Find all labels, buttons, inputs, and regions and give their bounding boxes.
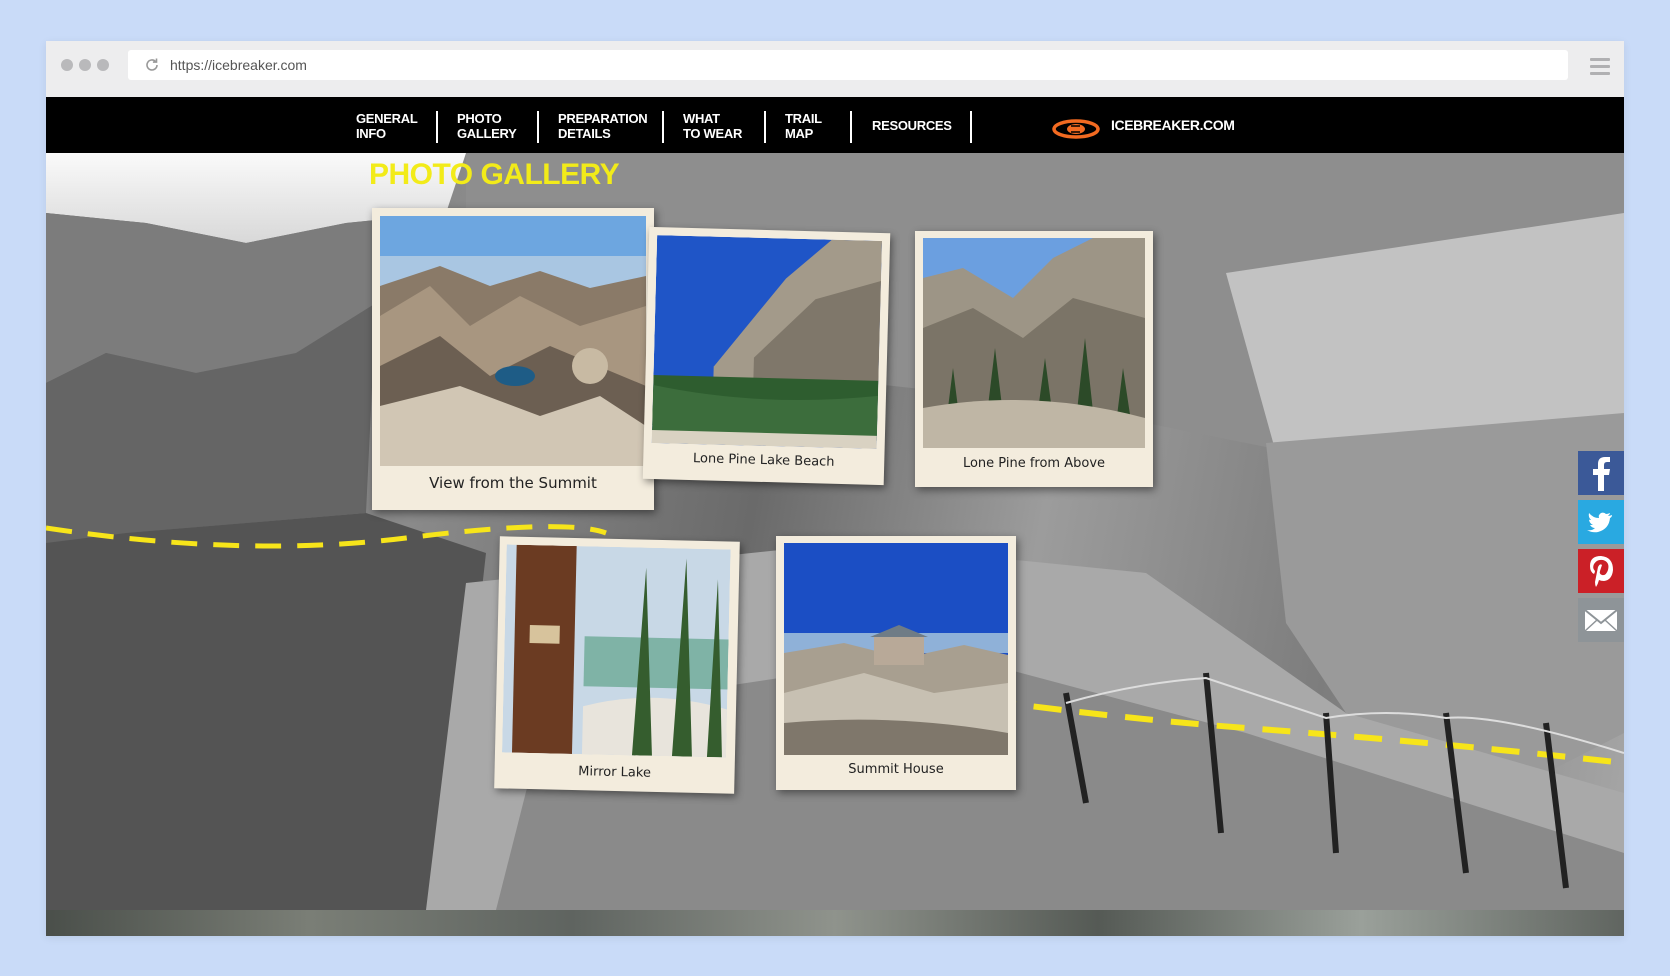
nav-divider — [436, 111, 438, 143]
nav-label: RESOURCES — [872, 118, 952, 133]
nav-divider — [850, 111, 852, 143]
twitter-share-button[interactable] — [1578, 500, 1624, 544]
brand-link[interactable]: ICEBREAKER.COM — [1111, 117, 1235, 133]
pines-image — [923, 238, 1145, 448]
url-text[interactable]: https://icebreaker.com — [170, 57, 307, 73]
nav-divider — [537, 111, 539, 143]
photo-card[interactable]: Lone Pine from Above — [915, 231, 1153, 487]
photo-card[interactable]: Summit House — [776, 536, 1016, 790]
nav-label: WHAT — [683, 111, 720, 126]
page-title: PHOTO GALLERY — [369, 158, 620, 191]
nav-photo-gallery[interactable]: PHOTO GALLERY — [457, 111, 517, 141]
nav-label: TO WEAR — [683, 126, 743, 141]
lake-image — [651, 235, 883, 449]
nav-label: MAP — [785, 126, 813, 141]
nav-divider — [970, 111, 972, 143]
photo-summit-view[interactable] — [380, 216, 646, 466]
photo-caption: Lone Pine Lake Beach — [692, 451, 835, 470]
photo-card[interactable]: View from the Summit — [372, 208, 654, 510]
window-dot[interactable] — [79, 59, 91, 71]
nav-label: GENERAL — [356, 111, 418, 126]
photo-caption: Lone Pine from Above — [962, 456, 1106, 471]
nav-label: DETAILS — [558, 126, 611, 141]
photo-card[interactable]: Mirror Lake — [494, 536, 740, 794]
hamburger-menu-icon[interactable] — [1590, 58, 1610, 78]
nav-preparation-details[interactable]: PREPARATION DETAILS — [558, 111, 648, 141]
address-bar[interactable]: https://icebreaker.com — [128, 50, 1568, 80]
email-share-button[interactable] — [1578, 598, 1624, 642]
nav-divider — [764, 111, 766, 143]
footer-image-strip — [46, 910, 1624, 936]
nav-trail-map[interactable]: TRAIL MAP — [785, 111, 822, 141]
photo-caption: View from the Summit — [429, 474, 597, 492]
nav-label: INFO — [356, 126, 386, 141]
photo-pine-above[interactable] — [923, 238, 1145, 448]
summit-image — [380, 216, 646, 466]
browser-toolbar: https://icebreaker.com — [46, 41, 1624, 97]
photo-lake-beach[interactable] — [651, 235, 883, 449]
photo-summit-house[interactable] — [784, 543, 1008, 755]
nav-resources[interactable]: RESOURCES — [872, 118, 952, 133]
mirror-lake-image — [501, 544, 731, 758]
summit-house-image — [784, 543, 1008, 755]
reload-icon[interactable] — [144, 57, 160, 73]
icebreaker-logo-icon[interactable] — [1052, 119, 1102, 139]
twitter-icon — [1578, 500, 1624, 544]
nav-label: PHOTO — [457, 111, 502, 126]
window-dot[interactable] — [97, 59, 109, 71]
facebook-share-button[interactable] — [1578, 451, 1624, 495]
browser-window: https://icebreaker.com GENERAL INFO PHOT… — [46, 41, 1624, 936]
facebook-icon — [1578, 451, 1624, 495]
nav-label: PREPARATION — [558, 111, 648, 126]
site-nav: GENERAL INFO PHOTO GALLERY PREPARATION D… — [46, 97, 1624, 153]
nav-what-to-wear[interactable]: WHAT TO WEAR — [683, 111, 742, 141]
photo-mirror-lake[interactable] — [501, 544, 731, 758]
window-controls — [61, 59, 109, 71]
nav-divider — [662, 111, 664, 143]
pinterest-icon — [1578, 549, 1624, 593]
window-dot[interactable] — [61, 59, 73, 71]
nav-general-info[interactable]: GENERAL INFO — [356, 111, 418, 141]
gallery-stage: PHOTO GALLERY View from the Summit Lone … — [46, 153, 1624, 910]
pinterest-share-button[interactable] — [1578, 549, 1624, 593]
photo-card[interactable]: Lone Pine Lake Beach — [642, 226, 891, 486]
photo-caption: Mirror Lake — [578, 764, 652, 781]
email-icon — [1578, 598, 1624, 642]
nav-label: GALLERY — [457, 126, 517, 141]
photo-caption: Summit House — [848, 762, 944, 777]
nav-label: TRAIL — [785, 111, 822, 126]
